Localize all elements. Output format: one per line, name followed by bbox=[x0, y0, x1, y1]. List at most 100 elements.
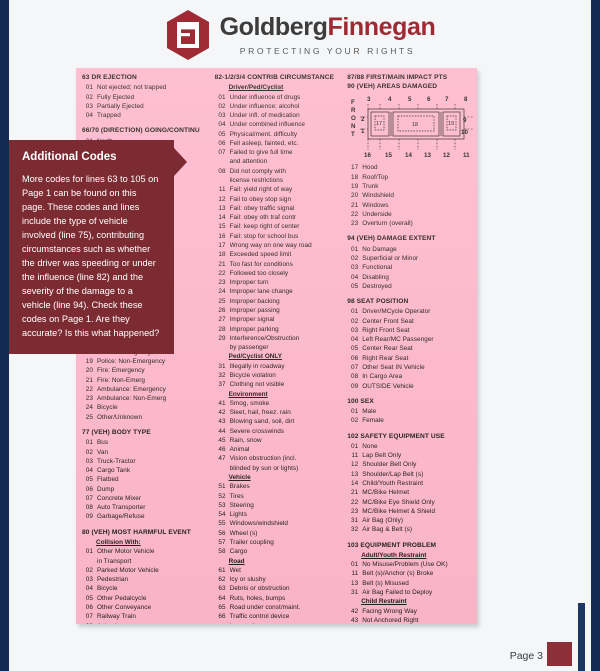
code-item: 04 Cargo Tank bbox=[82, 466, 212, 475]
code-label: Exceeded speed limit bbox=[229, 251, 292, 259]
code-item: 14 Child/Youth Restraint bbox=[347, 479, 469, 488]
code-group-heading: 102 SAFETY EQUIPMENT USE bbox=[347, 432, 445, 440]
code-item: 22 Underside bbox=[347, 210, 469, 219]
code-number: 03 bbox=[85, 102, 93, 110]
code-subgroup-heading: Adult/Youth Restraint bbox=[361, 551, 427, 559]
code-label: None bbox=[362, 442, 378, 450]
code-item: 25 Other/Unknown bbox=[82, 413, 212, 422]
site-header: GoldbergFinnegan PROTECTING YOUR RIGHTS bbox=[0, 0, 600, 70]
code-item: 23 Ambulance: Non-Emerg bbox=[82, 394, 212, 403]
code-label: Truck-Tractor bbox=[97, 457, 136, 465]
code-label: license restrictions bbox=[229, 177, 284, 185]
code-item: 23 MC/Bike Helmet & Shield bbox=[347, 507, 469, 516]
code-label: Functional bbox=[362, 264, 393, 272]
code-label: Wet bbox=[229, 566, 241, 574]
code-number: 62 bbox=[218, 576, 226, 584]
code-number: 25 bbox=[218, 297, 226, 305]
code-item: 05 Other Pedalcycle bbox=[82, 594, 212, 603]
svg-text:F: F bbox=[351, 99, 355, 106]
code-label: Improper parking bbox=[229, 325, 279, 333]
code-number: 01 bbox=[350, 408, 359, 416]
code-subgroup-heading: Environment bbox=[228, 390, 268, 398]
code-item: 53 Steering bbox=[215, 501, 345, 510]
code-number: 13 bbox=[350, 470, 359, 478]
code-label: Tires bbox=[229, 492, 244, 500]
code-group: 103 EQUIPMENT PROBLEM Adult/Youth Restrai… bbox=[347, 542, 469, 624]
code-label: Concrete Mixer bbox=[97, 494, 142, 502]
code-number: 09 bbox=[85, 513, 93, 521]
code-label: Traffic control device bbox=[229, 613, 290, 621]
code-number: 31 bbox=[350, 589, 359, 597]
code-label: Ambulance: Emergency bbox=[97, 385, 166, 393]
code-label: Other Seat IN Vehicle bbox=[362, 364, 425, 371]
brand-logo[interactable]: GoldbergFinnegan PROTECTING YOUR RIGHTS bbox=[165, 9, 436, 61]
code-number: 17 bbox=[218, 242, 226, 250]
code-number: 43 bbox=[218, 418, 226, 426]
code-label: Too fast for conditions bbox=[229, 260, 293, 268]
code-item: 08 Did not comply with bbox=[215, 167, 345, 176]
svg-text:10: 10 bbox=[461, 129, 468, 136]
vehicle-damage-diagram: FRO NT 345 678 161514 131211 21 910 bbox=[347, 92, 474, 160]
code-item: 27 Improper signal bbox=[215, 315, 345, 324]
additional-codes-callout: Additional Codes More codes for lines 63… bbox=[9, 140, 174, 354]
code-label: Belt (s) Misused bbox=[362, 579, 409, 587]
code-subgroup-heading: Child Restraint bbox=[361, 598, 407, 606]
code-group-heading: 80 (VEH) MOST HARMFUL EVENT bbox=[82, 528, 191, 536]
code-item: 04 Under combined influence bbox=[215, 120, 345, 129]
svg-text:4: 4 bbox=[388, 96, 392, 103]
code-number: 03 bbox=[85, 576, 93, 584]
code-number: 07 bbox=[85, 613, 93, 621]
code-item: 07 Railway Train bbox=[82, 612, 212, 621]
code-item: by passenger bbox=[215, 343, 345, 352]
code-number: 25 bbox=[85, 413, 93, 421]
code-label: Lights bbox=[229, 511, 247, 519]
code-label: Other Pedalcycle bbox=[97, 594, 147, 602]
code-label: Air Bag (Only) bbox=[362, 517, 404, 525]
code-group-heading: 63 DR EJECTION bbox=[82, 74, 137, 81]
code-number: 05 bbox=[85, 476, 93, 484]
code-number: 07 bbox=[350, 364, 359, 371]
code-item: blinded by sun or lights) bbox=[215, 464, 345, 473]
code-label: Windows/windshield bbox=[229, 520, 289, 528]
code-number: 06 bbox=[85, 603, 93, 611]
code-number: 42 bbox=[350, 607, 359, 615]
code-label: Not ejected; not trapped bbox=[97, 84, 167, 92]
code-item: 04 Trapped bbox=[82, 111, 212, 120]
code-item: 01 Other Motor Vehicle bbox=[82, 547, 212, 556]
code-label: Garbage/Refuse bbox=[97, 513, 145, 521]
code-item: 03 Under infl. of medication bbox=[215, 111, 345, 120]
code-item: and attention bbox=[215, 157, 345, 166]
svg-text:6: 6 bbox=[427, 96, 431, 103]
code-number: 65 bbox=[218, 603, 226, 611]
code-item: 18 Roof/Top bbox=[347, 173, 469, 182]
code-item: 29 Interference/Obstruction bbox=[215, 334, 345, 343]
code-item: 22 MC/Bike Eye Shield Only bbox=[347, 498, 469, 507]
code-label: Under infl. of medication bbox=[229, 112, 300, 120]
code-group: 98 SEAT POSITION 01 Driver/MCycle Operator… bbox=[347, 298, 469, 391]
code-number: 58 bbox=[218, 548, 226, 556]
svg-text:17: 17 bbox=[376, 121, 382, 127]
code-subgroup-heading: Vehicle bbox=[228, 474, 251, 482]
code-number: 44 bbox=[218, 427, 226, 435]
code-item: 19 Police: Non-Emergency bbox=[82, 357, 212, 366]
code-number: 02 bbox=[85, 93, 93, 101]
code-item: 13 Shoulder/Lap Belt (s) bbox=[347, 470, 469, 479]
code-label: Wrong way on one way road bbox=[229, 242, 312, 250]
code-label: Cargo bbox=[229, 548, 248, 556]
code-item: 42 Facing Wrong Way bbox=[347, 607, 469, 616]
code-subgroup-heading: Driver/Ped/Cyclist bbox=[228, 84, 284, 92]
code-item: 05 Center Rear Seat bbox=[347, 344, 469, 353]
page-number-label: Page 3 bbox=[509, 650, 543, 662]
code-label: Ruts, holes, bumps bbox=[229, 594, 286, 602]
code-label: Severe crosswinds bbox=[229, 427, 285, 435]
code-item: 12 Shoulder Belt Only bbox=[347, 460, 469, 469]
code-label: Fail: stop for school bus bbox=[229, 232, 299, 240]
code-group-heading: 103 EQUIPMENT PROBLEM bbox=[347, 541, 437, 549]
code-number: 04 bbox=[218, 121, 226, 129]
code-number: 53 bbox=[218, 501, 226, 509]
code-item: 13 Fail: obey traffic signal bbox=[215, 204, 345, 213]
code-group: 77 (VEH) BODY TYPE 01 Bus 02 Van 03 Truck-Trac… bbox=[82, 429, 212, 522]
code-number: 02 bbox=[350, 317, 359, 325]
code-label: Icy or slushy bbox=[229, 576, 266, 584]
code-label: Disabling bbox=[362, 273, 389, 281]
